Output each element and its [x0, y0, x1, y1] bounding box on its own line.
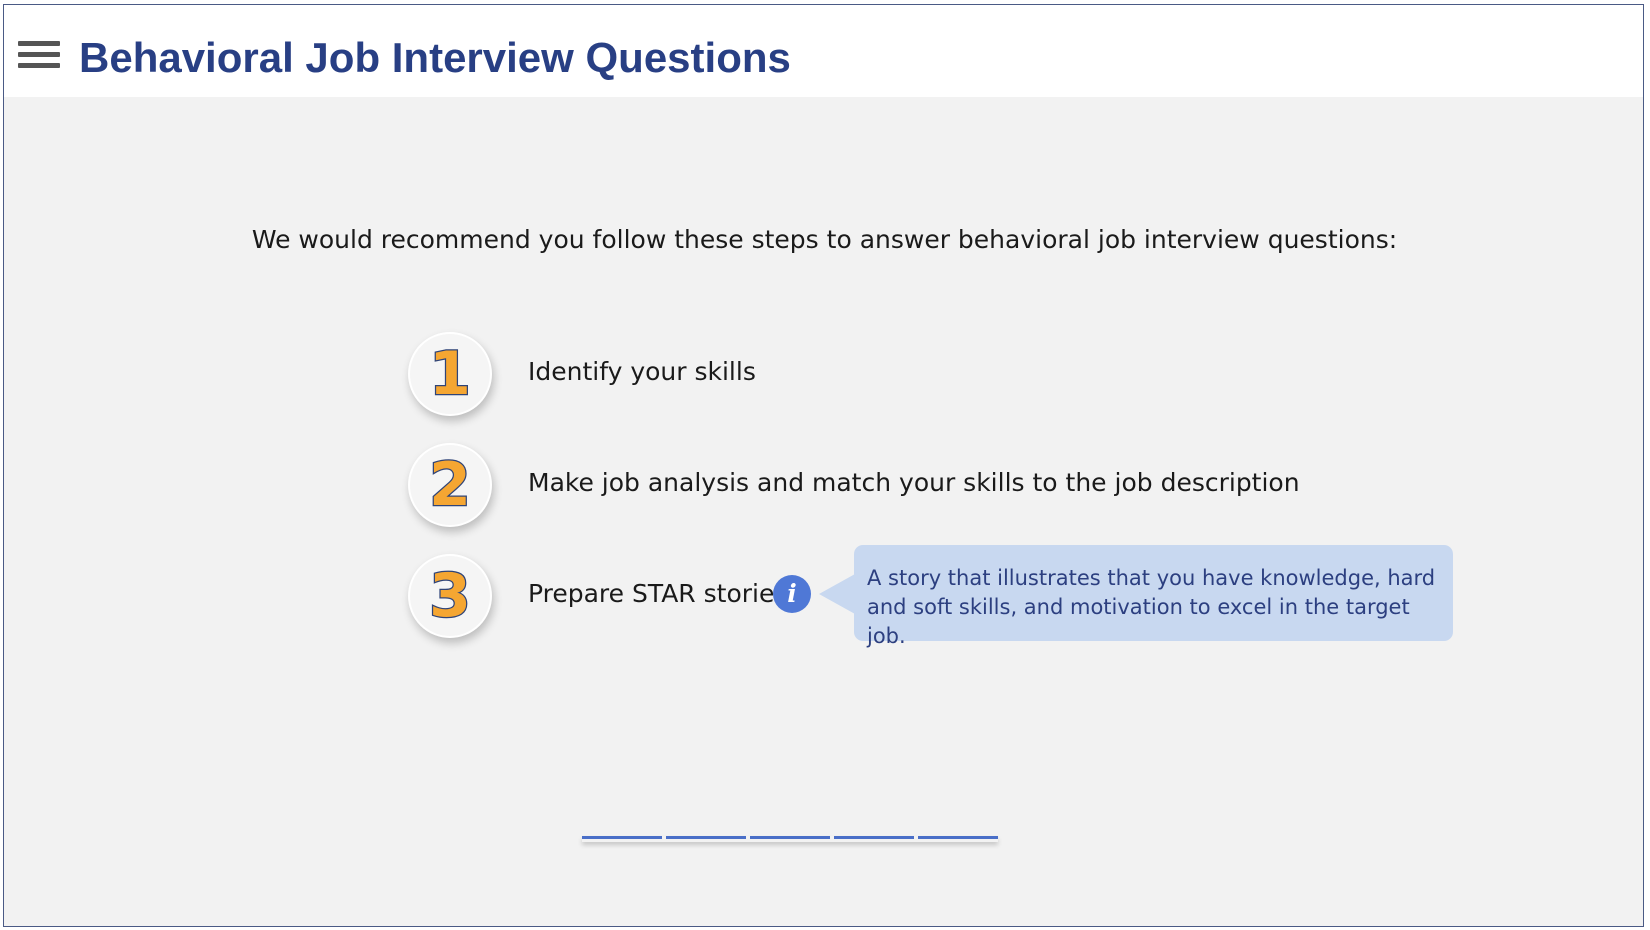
info-icon[interactable]: i: [773, 575, 811, 613]
step-label: Identify your skills: [528, 357, 756, 386]
progress-segment[interactable]: [750, 836, 830, 839]
hamburger-menu-icon[interactable]: [18, 39, 60, 69]
tooltip-arrow: [819, 574, 855, 614]
step-number-badge: 1: [408, 332, 492, 416]
step-number: 3: [428, 561, 472, 631]
info-tooltip: A story that illustrates that you have k…: [854, 545, 1453, 648]
slide-frame: Behavioral Job Interview Questions We wo…: [3, 4, 1644, 927]
step-number: 1: [428, 339, 472, 409]
intro-text: We would recommend you follow these step…: [251, 225, 1398, 254]
progress-segment[interactable]: [666, 836, 746, 839]
progress-segment[interactable]: [582, 836, 662, 839]
progress-segment[interactable]: [918, 836, 998, 839]
step-number: 2: [428, 450, 472, 520]
header: Behavioral Job Interview Questions: [4, 5, 1643, 97]
step-label: Make job analysis and match your skills …: [528, 468, 1300, 497]
progress-segment[interactable]: [834, 836, 914, 839]
step-label: Prepare STAR stories: [528, 579, 788, 608]
progress-bar: [582, 836, 998, 842]
step-number-badge: 2: [408, 443, 492, 527]
page-title: Behavioral Job Interview Questions: [79, 34, 791, 81]
step-number-badge: 3: [408, 554, 492, 638]
